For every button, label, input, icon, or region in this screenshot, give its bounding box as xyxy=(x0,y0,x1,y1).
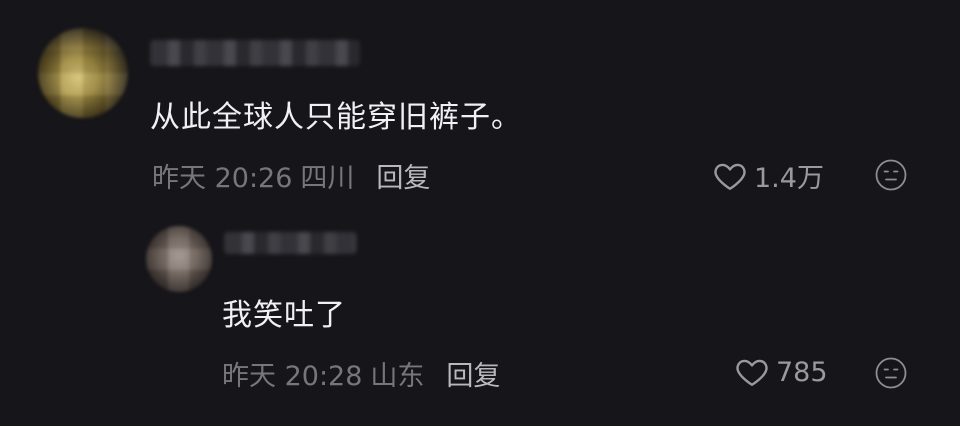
comment-location: 四川 xyxy=(300,163,355,194)
heart-icon xyxy=(736,359,768,386)
reply-button[interactable]: 回复 xyxy=(446,354,500,393)
comment-time: 昨天 20:26 xyxy=(152,163,293,194)
neutral-face-icon xyxy=(875,159,907,191)
comment-text: 从此全球人只能穿旧裤子。 xyxy=(150,100,522,135)
like-count: 1.4万 xyxy=(754,163,824,194)
like-count: 785 xyxy=(776,356,828,388)
username-blurred[interactable] xyxy=(150,40,360,66)
comment-text: 我笑吐了 xyxy=(222,298,346,333)
username-blurred[interactable] xyxy=(224,232,356,254)
comment-thread: 从此全球人只能穿旧裤子。 昨天 20:26 四川 回复 1.4万 我笑吐了 昨天… xyxy=(0,0,960,426)
neutral-face-icon xyxy=(875,357,907,389)
dislike-button[interactable] xyxy=(874,356,908,390)
reply-button[interactable]: 回复 xyxy=(376,156,430,195)
comment-location: 山东 xyxy=(370,361,425,392)
dislike-button[interactable] xyxy=(874,158,908,192)
comment-meta: 昨天 20:28 山东 回复 xyxy=(222,354,500,393)
avatar[interactable] xyxy=(38,28,128,118)
heart-icon xyxy=(714,163,746,190)
avatar[interactable] xyxy=(146,226,212,292)
comment-time: 昨天 20:28 xyxy=(222,361,363,392)
comment-meta: 昨天 20:26 四川 回复 xyxy=(152,156,430,195)
like-button[interactable]: 1.4万 xyxy=(712,156,824,195)
like-button[interactable]: 785 xyxy=(734,354,828,390)
